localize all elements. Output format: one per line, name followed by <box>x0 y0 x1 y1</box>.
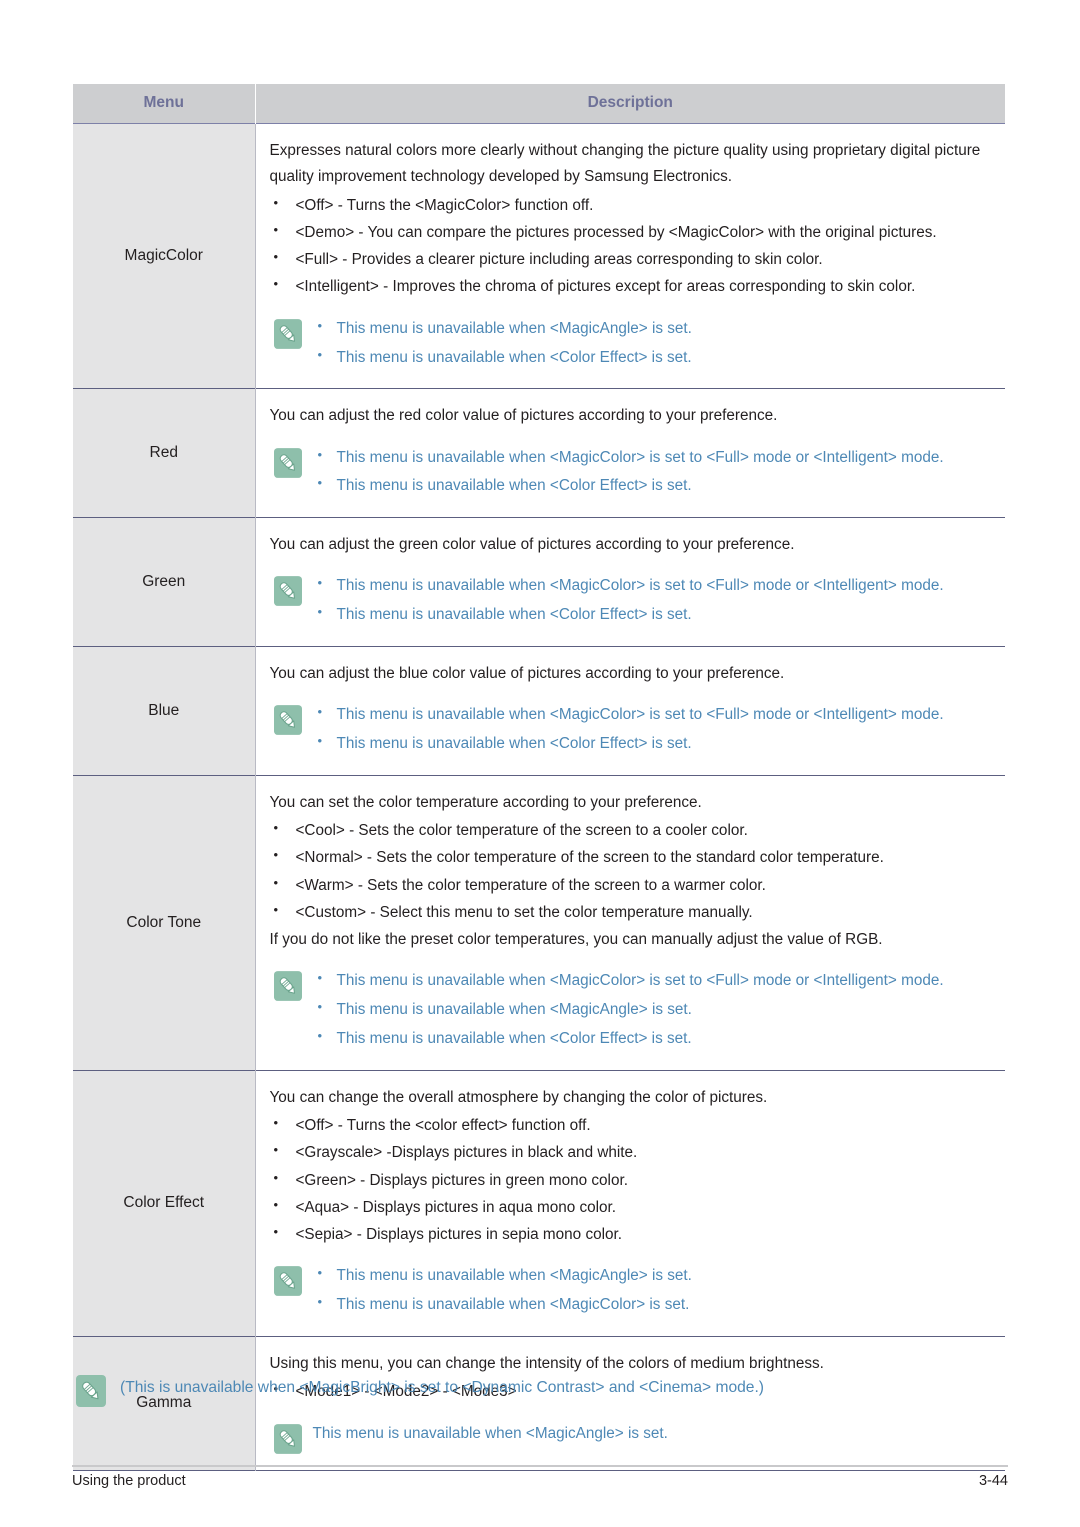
note-item: This menu is unavailable when <MagicColo… <box>313 966 992 996</box>
note-list: This menu is unavailable when <MagicColo… <box>313 700 992 759</box>
note-item: This menu is unavailable when <Color Eff… <box>313 729 992 759</box>
menu-label: MagicColor <box>124 247 203 265</box>
note-item: This menu is unavailable when <MagicAngl… <box>313 314 992 344</box>
note-block: This menu is unavailable when <MagicAngl… <box>273 1261 992 1320</box>
list-item: <Normal> - Sets the color temperature of… <box>270 844 992 871</box>
document-page: Menu Description MagicColor Expresses nat… <box>0 0 1080 1527</box>
note-item: This menu is unavailable when <Color Eff… <box>313 600 992 630</box>
column-header-menu: Menu <box>73 84 256 124</box>
footer-page-number: 3-44 <box>978 1473 1008 1489</box>
list-item: <Off> - Turns the <color effect> functio… <box>270 1112 992 1139</box>
list-item: <Custom> - Select this menu to set the c… <box>270 899 992 926</box>
note-pencil-icon <box>273 447 302 478</box>
note-item: This menu is unavailable when <MagicColo… <box>313 443 992 473</box>
bottom-note: (This is unavailable when <MagicBright> … <box>76 1373 764 1407</box>
description-paragraph: You can set the color temperature accord… <box>269 793 702 811</box>
menu-label: Green <box>142 572 186 590</box>
footer-divider <box>72 1465 1008 1467</box>
note-item: This menu is unavailable when <Color Eff… <box>313 1024 992 1054</box>
note-block: This menu is unavailable when <MagicAngl… <box>273 314 992 373</box>
table-header: Menu Description <box>73 84 1005 124</box>
note-pencil-icon <box>273 1423 302 1454</box>
description-cell: You can set the color temperature accord… <box>255 775 1005 1071</box>
list-item: <Sepia> - Displays pictures in sepia mon… <box>270 1221 992 1248</box>
note-list: This menu is unavailable when <MagicAngl… <box>313 1261 992 1320</box>
table-header-row: Menu Description <box>73 84 1005 124</box>
note-list: This menu is unavailable when <MagicColo… <box>313 443 992 502</box>
note-pencil-icon <box>273 705 302 736</box>
list-item: <Grayscale> -Displays pictures in black … <box>270 1139 992 1166</box>
note-block: This menu is unavailable when <MagicColo… <box>273 966 992 1054</box>
note-item: This menu is unavailable when <Color Eff… <box>313 471 992 501</box>
note-list: This menu is unavailable when <MagicColo… <box>313 571 992 630</box>
menu-cell: MagicColor <box>73 123 256 389</box>
table-row: Color Tone You can set the color temperat… <box>73 775 1005 1071</box>
description-bullet-list: <Off> - Turns the <color effect> functio… <box>270 1112 992 1248</box>
note-item: This menu is unavailable when <MagicColo… <box>313 571 992 601</box>
description-cell: You can adjust the red color value of pi… <box>255 388 1005 518</box>
menu-cell: Color Effect <box>73 1070 256 1337</box>
list-item: <Cool> - Sets the color temperature of t… <box>270 817 992 844</box>
note-item: This menu is unavailable when <MagicAngl… <box>313 1261 992 1291</box>
menu-cell: Red <box>73 388 256 518</box>
description-cell: You can adjust the green color value of … <box>255 517 1005 647</box>
description-paragraph: You can adjust the blue color value of p… <box>269 664 785 682</box>
description-cell: You can adjust the blue color value of p… <box>255 646 1005 776</box>
menu-cell: Color Tone <box>73 775 256 1071</box>
list-item: <Aqua> - Displays pictures in aqua mono … <box>270 1194 992 1221</box>
list-item: <Intelligent> - Improves the chroma of p… <box>270 273 992 300</box>
note-item: This menu is unavailable when <MagicColo… <box>313 700 992 730</box>
note-block: This menu is unavailable when <MagicColo… <box>273 700 992 759</box>
note-block: This menu is unavailable when <MagicColo… <box>273 443 992 502</box>
note-list: This menu is unavailable when <MagicColo… <box>313 966 992 1054</box>
list-item: <Off> - Turns the <MagicColor> function … <box>270 192 992 219</box>
list-item: <Green> - Displays pictures in green mon… <box>270 1167 992 1194</box>
bottom-note-text: (This is unavailable when <MagicBright> … <box>120 1379 764 1396</box>
note-pencil-icon <box>273 971 302 1002</box>
note-item: This menu is unavailable when <MagicColo… <box>313 1290 992 1320</box>
table-row: Green You can adjust the green color valu… <box>73 517 1005 647</box>
footer-section-label: Using the product <box>72 1473 186 1489</box>
menu-label: Red <box>149 444 178 462</box>
description-cell: Expresses natural colors more clearly wi… <box>255 123 1005 389</box>
table-body: MagicColor Expresses natural colors more … <box>73 123 1005 1471</box>
note-block: This menu is unavailable when <MagicColo… <box>273 571 992 630</box>
table-row: Blue You can adjust the blue color value … <box>73 646 1005 776</box>
page-footer: Using the product 3-44 <box>72 1473 1008 1489</box>
note-item: This menu is unavailable when <MagicAngl… <box>313 995 992 1025</box>
column-header-description: Description <box>255 84 1005 124</box>
menu-label: Blue <box>148 701 180 719</box>
description-paragraph: You can adjust the green color value of … <box>269 536 795 554</box>
table-row: MagicColor Expresses natural colors more … <box>73 123 1005 389</box>
description-bullet-list: <Off> - Turns the <MagicColor> function … <box>270 192 992 301</box>
note-item: This menu is unavailable when <MagicAngl… <box>312 1424 668 1442</box>
table-row: Color Effect You can change the overall a… <box>73 1070 1005 1337</box>
note-block: This menu is unavailable when <MagicAngl… <box>273 1420 992 1454</box>
description-cell: You can change the overall atmosphere by… <box>255 1070 1005 1337</box>
description-paragraph: You can change the overall atmosphere by… <box>269 1088 768 1106</box>
note-pencil-icon <box>76 1375 106 1407</box>
description-paragraph: Expresses natural colors more clearly wi… <box>269 142 981 186</box>
note-pencil-icon <box>273 1266 302 1297</box>
menu-cell: Green <box>73 517 256 647</box>
description-paragraph: You can adjust the red color value of pi… <box>269 407 778 425</box>
menu-description-table: Menu Description MagicColor Expresses nat… <box>73 84 1005 1471</box>
note-item: This menu is unavailable when <Color Eff… <box>313 343 992 373</box>
note-pencil-icon <box>273 318 302 349</box>
menu-label: Color Tone <box>126 913 202 931</box>
note-list: This menu is unavailable when <MagicAngl… <box>313 314 992 373</box>
table-row: Red You can adjust the red color value of… <box>73 388 1005 518</box>
list-item: <Full> - Provides a clearer picture incl… <box>270 246 992 273</box>
note-list: This menu is unavailable when <MagicAngl… <box>313 1420 992 1449</box>
menu-label: Color Effect <box>123 1194 205 1212</box>
list-item: <Warm> - Sets the color temperature of t… <box>270 872 992 899</box>
menu-cell: Blue <box>73 646 256 776</box>
description-bullet-list: <Cool> - Sets the color temperature of t… <box>270 817 992 926</box>
description-paragraph: If you do not like the preset color temp… <box>269 931 883 949</box>
note-pencil-icon <box>273 576 302 607</box>
list-item: <Demo> - You can compare the pictures pr… <box>270 219 992 246</box>
